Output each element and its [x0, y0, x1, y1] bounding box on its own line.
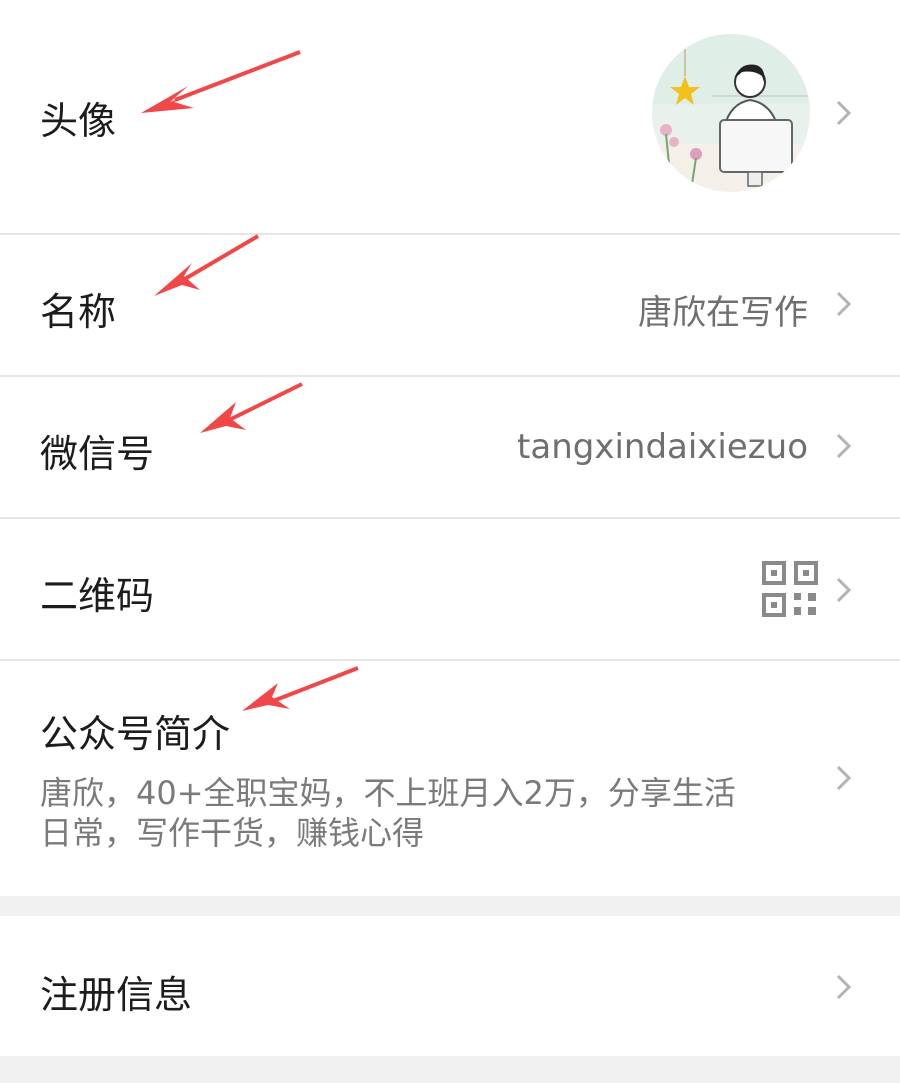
chevron-right-icon	[836, 100, 852, 126]
qrcode-row[interactable]: 二维码	[0, 519, 900, 659]
chevron-right-icon	[836, 433, 852, 459]
chevron-right-icon	[836, 291, 852, 317]
bottom-gap	[0, 1056, 900, 1083]
avatar-row[interactable]: 头像	[0, 0, 900, 233]
wechat-id-value: tangxindaixiezuo	[517, 427, 808, 467]
chevron-right-icon	[836, 974, 852, 1000]
avatar[interactable]	[652, 34, 810, 192]
name-value: 唐欣在写作	[638, 293, 808, 333]
intro-row[interactable]: 公众号简介 唐欣，40+全职宝妈，不上班月入2万，分享生活 日常，写作干货，赚钱…	[0, 661, 900, 896]
chevron-right-icon	[836, 765, 852, 791]
name-label: 名称	[40, 290, 117, 334]
wechat-id-row[interactable]: 微信号 tangxindaixiezuo	[0, 377, 900, 517]
registration-label: 注册信息	[40, 973, 193, 1017]
wechat-id-label: 微信号	[40, 432, 155, 476]
intro-text-line2: 日常，写作干货，赚钱心得	[40, 814, 425, 852]
qrcode-icon	[762, 561, 818, 617]
intro-label: 公众号简介	[40, 712, 231, 756]
name-row[interactable]: 名称 唐欣在写作	[0, 235, 900, 375]
intro-text-line1: 唐欣，40+全职宝妈，不上班月入2万，分享生活	[40, 774, 736, 812]
chevron-right-icon	[836, 577, 852, 603]
registration-row[interactable]: 注册信息	[0, 916, 900, 1056]
avatar-label: 头像	[40, 99, 117, 143]
qrcode-label: 二维码	[40, 574, 155, 618]
section-gap	[0, 896, 900, 916]
